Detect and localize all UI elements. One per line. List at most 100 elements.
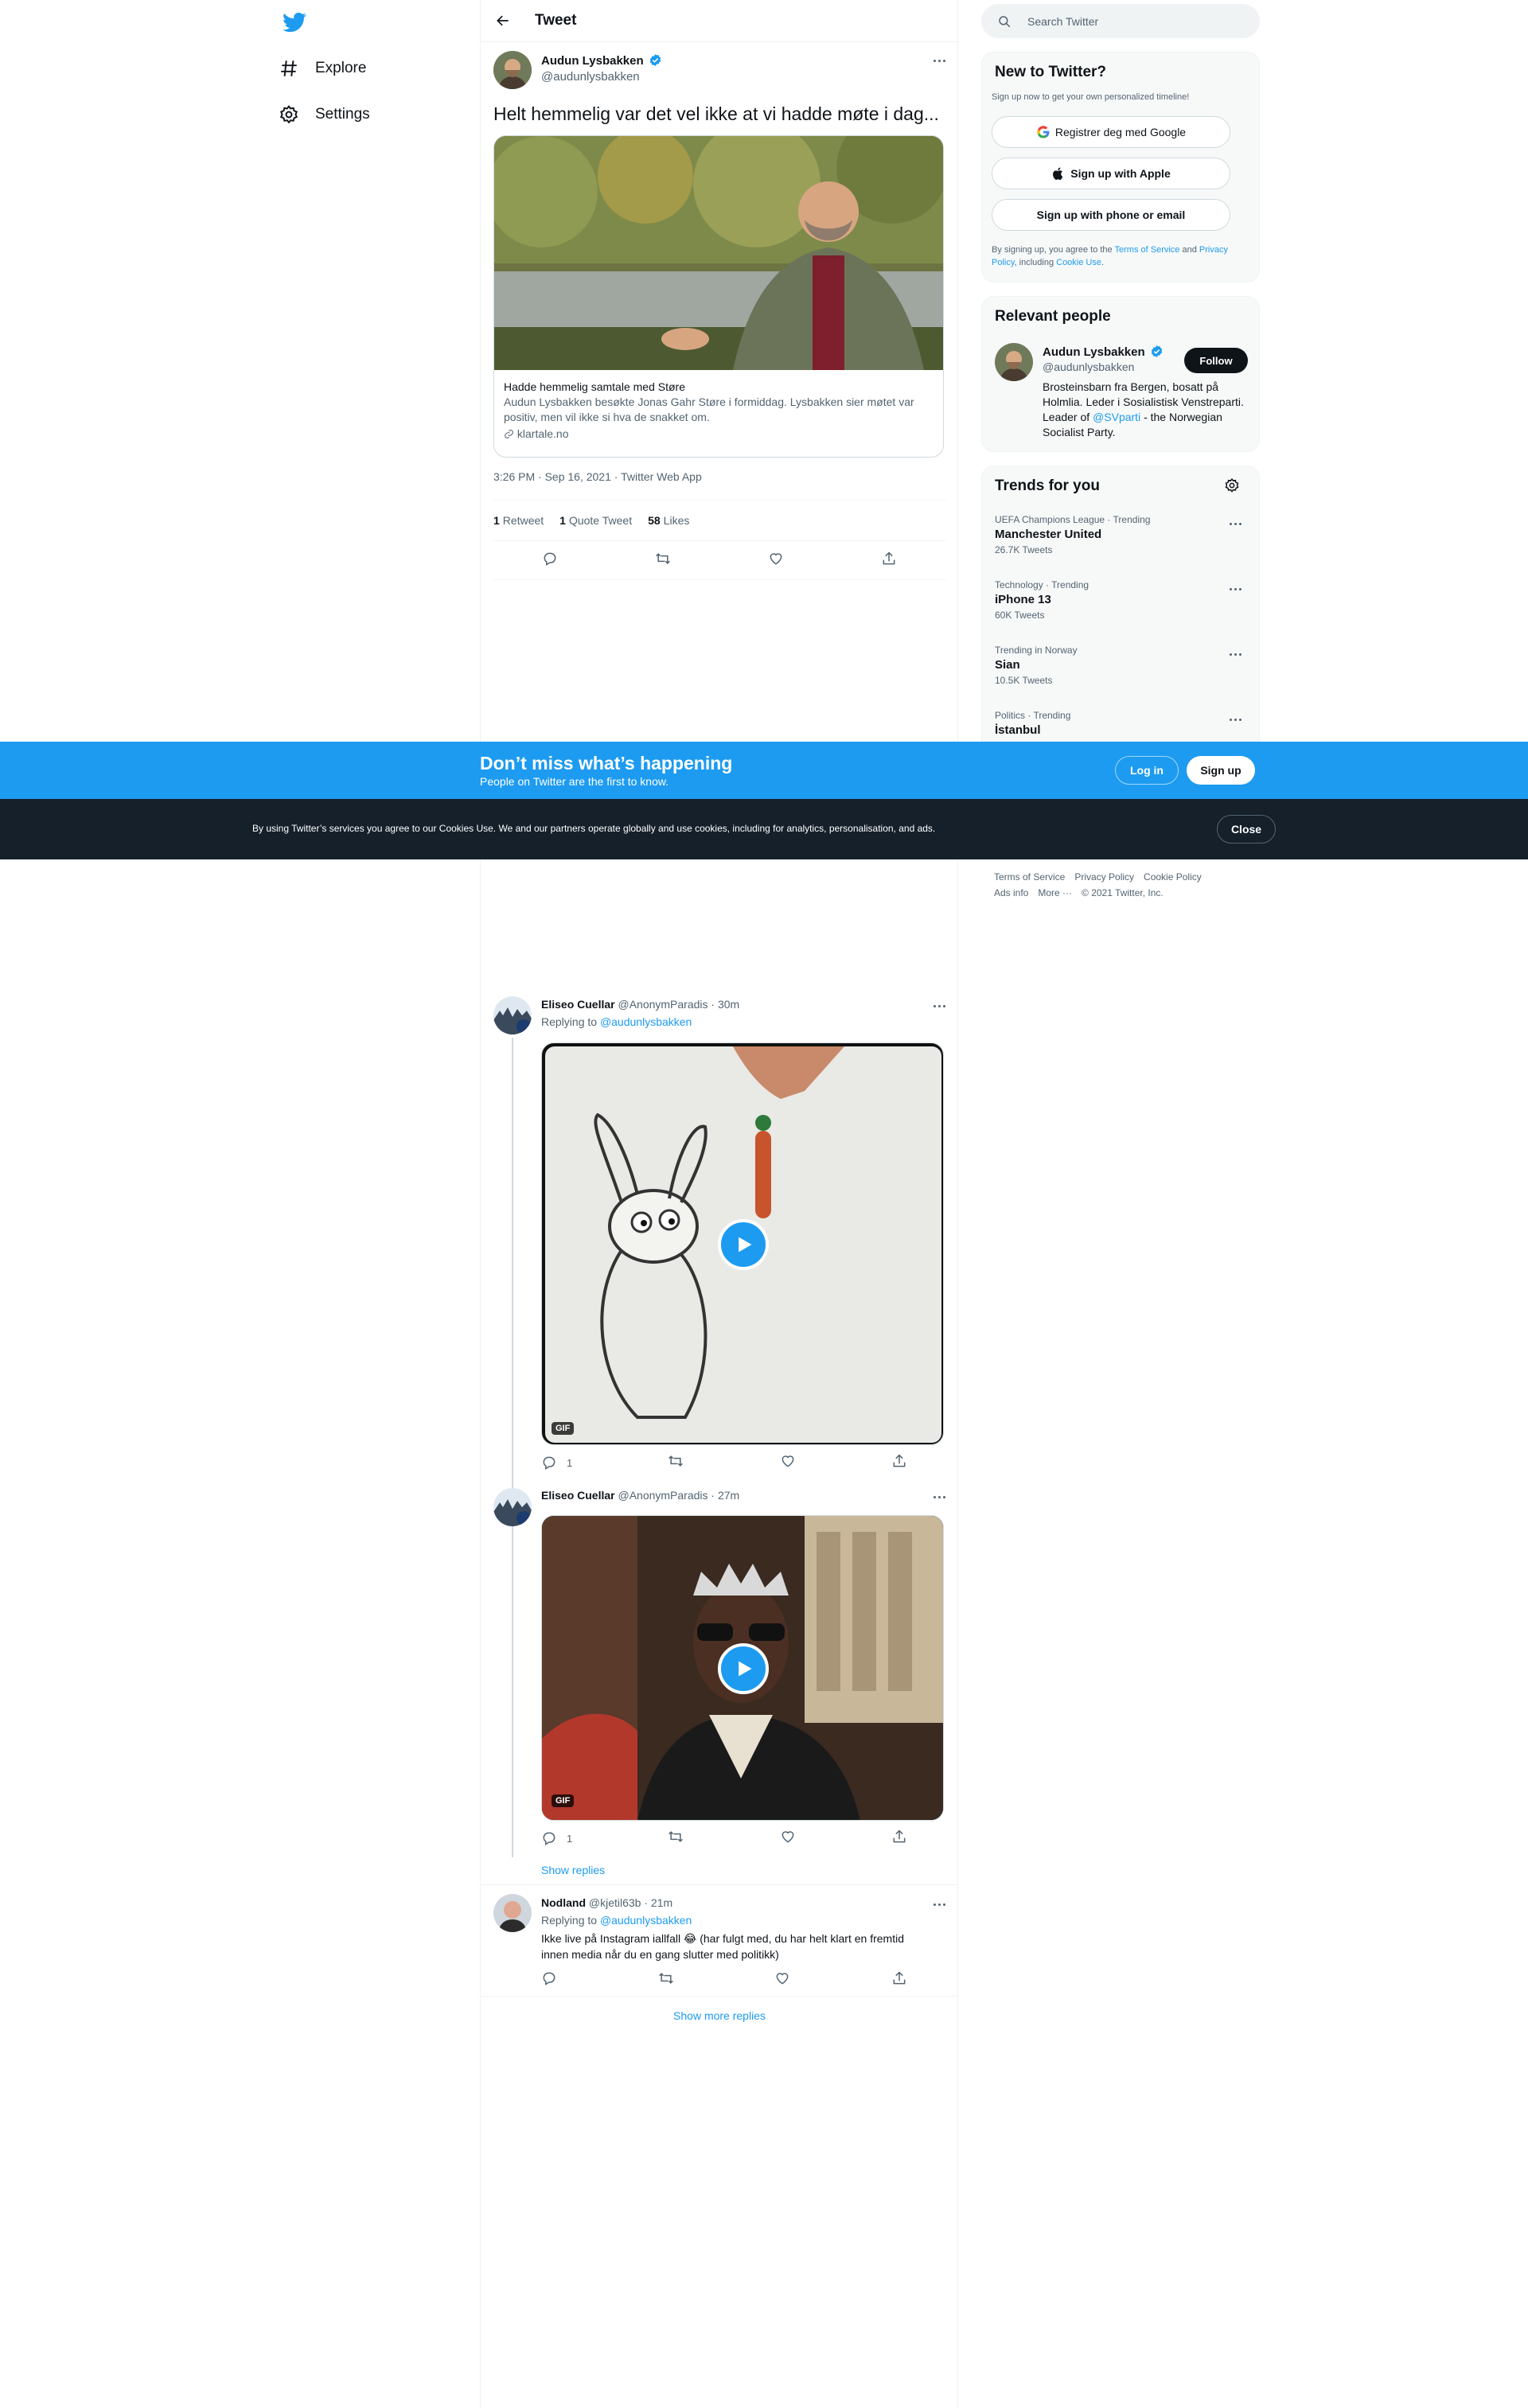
retweet-icon[interactable] [658, 1970, 674, 1990]
like-icon[interactable] [780, 1453, 796, 1473]
card-body: Hadde hemmelig samtale med Støre Audun L… [494, 370, 943, 451]
retweets-stat[interactable]: 1 Retweet [493, 514, 544, 527]
card-description: Audun Lysbakken besøkte Jonas Gahr Støre… [504, 395, 914, 423]
trend-item[interactable]: Politics · Trending İstanbul [995, 710, 1249, 737]
retweet-icon[interactable] [668, 1453, 684, 1473]
retweet-icon[interactable] [655, 551, 671, 571]
more-options-icon[interactable] [1226, 517, 1245, 530]
trend-item[interactable]: Technology · Trending iPhone 13 60K Twee… [995, 579, 1249, 621]
avatar[interactable] [493, 996, 532, 1035]
footer-more[interactable]: More ··· [1038, 887, 1072, 898]
avatar[interactable] [493, 51, 532, 89]
reply-actions: 1 [541, 1453, 907, 1472]
page-title: Tweet [535, 12, 577, 29]
reply-header[interactable]: Eliseo Cuellar @AnonymParadis · 27m [541, 1489, 739, 1502]
footer-cookie[interactable]: Cookie Policy [1144, 871, 1202, 883]
retweet-icon[interactable] [668, 1829, 684, 1849]
reply-action[interactable]: 1 [541, 1830, 572, 1846]
more-options-icon[interactable] [930, 999, 949, 1012]
tweet-actions [493, 542, 945, 580]
share-icon[interactable] [891, 1829, 907, 1849]
avatar[interactable] [493, 1488, 532, 1526]
play-button[interactable] [718, 1219, 769, 1270]
phone-signup-button[interactable]: Sign up with phone or email [992, 199, 1230, 231]
more-options-icon[interactable] [1226, 583, 1245, 595]
search-input[interactable]: Search Twitter [981, 4, 1260, 38]
twitter-bird-icon[interactable] [279, 6, 310, 38]
like-icon[interactable] [768, 551, 784, 571]
relevant-person-name[interactable]: Audun Lysbakken [1043, 345, 1164, 359]
more-options-icon[interactable] [930, 1490, 949, 1503]
likes-stat[interactable]: 58 Likes [648, 514, 689, 527]
signup-legal-text: By signing up, you agree to the Terms of… [992, 245, 1228, 267]
signup-button[interactable]: Sign up [1187, 756, 1255, 785]
reply-author-handle: @AnonymParadis [618, 1489, 708, 1502]
footer-ads-info[interactable]: Ads info [994, 887, 1028, 898]
card-domain: klartale.no [516, 427, 569, 440]
reply-author-handle: @kjetil63b [588, 1896, 641, 1909]
relevant-person-handle: @audunlysbakken [1043, 360, 1135, 373]
svparti-link[interactable]: @SVparti [1093, 411, 1140, 423]
like-icon[interactable] [774, 1970, 790, 1990]
like-icon[interactable] [780, 1829, 796, 1849]
reply-header[interactable]: Eliseo Cuellar @AnonymParadis · 30m [541, 998, 739, 1011]
quote-tweets-stat[interactable]: 1 Quote Tweet [559, 514, 632, 527]
reply-icon [543, 1832, 555, 1845]
back-button[interactable] [481, 13, 525, 29]
more-options-icon[interactable] [1226, 648, 1245, 660]
follow-button[interactable]: Follow [1184, 348, 1248, 373]
nav-settings[interactable]: Settings [279, 99, 370, 131]
tweet-timestamp[interactable]: 3:26 PM · Sep 16, 2021 · Twitter Web App [493, 470, 702, 483]
show-more-replies-link[interactable]: Show more replies [481, 2009, 958, 2022]
tweet-author[interactable]: Audun Lysbakken [541, 53, 662, 68]
gear-icon [279, 105, 298, 124]
play-button[interactable] [718, 1643, 769, 1694]
gif-badge: GIF [552, 1422, 575, 1435]
replying-to-link[interactable]: @audunlysbakken [600, 1015, 692, 1028]
footer-privacy[interactable]: Privacy Policy [1074, 871, 1134, 883]
apple-signup-button[interactable]: Sign up with Apple [992, 158, 1230, 189]
reply-icon[interactable] [542, 551, 558, 571]
tweet-stats: 1 Retweet 1 Quote Tweet 58 Likes [493, 500, 945, 541]
banner-subtitle: People on Twitter are the first to know. [480, 775, 669, 788]
relevant-people-title: Relevant people [995, 308, 1111, 325]
replying-to-link[interactable]: @audunlysbakken [600, 1914, 692, 1927]
card-image [494, 136, 943, 370]
cookie-close-button[interactable]: Close [1217, 815, 1276, 844]
signup-banner: Don’t miss what’s happening People on Tw… [0, 742, 1528, 799]
reply-action[interactable]: 1 [541, 1455, 572, 1471]
avatar[interactable] [995, 343, 1033, 381]
gif-media[interactable]: GIF [541, 1515, 944, 1821]
show-replies-link[interactable]: Show replies [541, 1864, 605, 1876]
google-signup-button[interactable]: Registrer deg med Google [992, 116, 1230, 148]
google-signup-label: Registrer deg med Google [1054, 126, 1187, 138]
more-options-icon[interactable] [930, 54, 949, 67]
avatar[interactable] [493, 1894, 532, 1932]
nav-explore[interactable]: Explore [279, 53, 366, 84]
reply-icon[interactable] [541, 1970, 557, 1990]
trends-settings-icon[interactable] [1224, 477, 1240, 497]
trend-item[interactable]: UEFA Champions League · Trending Manches… [995, 514, 1249, 555]
link-card[interactable]: Hadde hemmelig samtale med Støre Audun L… [493, 135, 944, 458]
link-icon [505, 430, 513, 438]
more-options-icon[interactable] [930, 1898, 949, 1911]
login-button[interactable]: Log in [1115, 756, 1179, 785]
author-handle[interactable]: @audunlysbakken [541, 70, 640, 84]
reply-header[interactable]: Nodland @kjetil63b · 21m [541, 1896, 672, 1909]
reply-author-handle: @AnonymParadis [618, 998, 708, 1011]
trend-item[interactable]: Trending in Norway Sian 10.5K Tweets [995, 645, 1249, 686]
footer-terms[interactable]: Terms of Service [994, 871, 1065, 883]
cookie-banner: By using Twitter’s services you agree to… [0, 799, 1528, 859]
apple-signup-label: Sign up with Apple [1070, 167, 1171, 180]
more-options-icon[interactable] [1226, 713, 1245, 726]
phone-signup-label: Sign up with phone or email [1036, 208, 1186, 221]
gif-media[interactable]: GIF [541, 1042, 944, 1445]
share-icon[interactable] [891, 1970, 907, 1990]
terms-link[interactable]: Terms of Service [1115, 245, 1180, 255]
share-icon[interactable] [891, 1453, 907, 1473]
share-icon[interactable] [881, 551, 897, 571]
cookie-text: By using Twitter’s services you agree to… [252, 823, 936, 834]
cookie-use-link[interactable]: Cookie Use [1056, 258, 1101, 267]
divider [481, 1996, 958, 1997]
relevant-person-bio: Brosteinsbarn fra Bergen, bosatt på Holm… [1043, 380, 1244, 438]
